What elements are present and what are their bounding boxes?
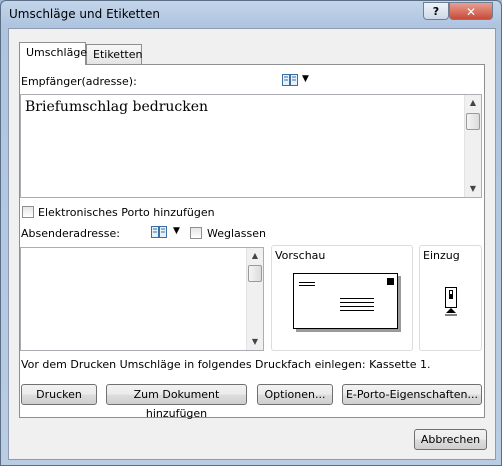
feed-direction-icon: [445, 287, 457, 316]
electronic-postage-label: Elektronisches Porto hinzufügen: [38, 206, 215, 219]
scroll-thumb[interactable]: [248, 265, 262, 282]
sender-address-book-dropdown-icon[interactable]: ▼: [173, 226, 180, 236]
sender-label: Absenderadresse:: [21, 227, 120, 240]
scroll-up-icon[interactable]: ▲: [465, 95, 481, 111]
dialog-client-area: Umschläge Etiketten Empfänger(adresse): …: [8, 28, 496, 460]
dialog-window: Umschläge und Etiketten ? ✕ Umschläge Et…: [0, 0, 502, 466]
sender-line: [299, 285, 315, 286]
window-title: Umschläge und Etiketten: [9, 7, 160, 21]
sender-address-book-icon[interactable]: [151, 226, 167, 238]
scroll-up-icon[interactable]: ▲: [247, 248, 263, 264]
recipient-scrollbar[interactable]: ▲ ▼: [464, 95, 481, 197]
sender-scrollbar[interactable]: ▲ ▼: [246, 248, 263, 350]
recipient-address-text: Briefumschlag bedrucken: [25, 99, 209, 115]
cancel-button[interactable]: Abbrechen: [414, 429, 487, 450]
omit-sender-label: Weglassen: [207, 227, 266, 240]
address-line: [340, 310, 374, 311]
scroll-down-icon[interactable]: ▼: [247, 334, 263, 350]
close-button[interactable]: ✕: [449, 2, 493, 20]
eporto-properties-button[interactable]: E-Porto-Eigenschaften...: [342, 384, 482, 405]
sender-address-field[interactable]: ▲ ▼: [20, 247, 264, 351]
tab-etiketten[interactable]: Etiketten: [86, 44, 142, 64]
tray-info-text: Vor dem Drucken Umschläge in folgendes D…: [21, 358, 431, 371]
address-book-icon[interactable]: [282, 74, 298, 86]
scroll-thumb[interactable]: [466, 113, 480, 130]
tab-panel-umschlaege: Empfänger(adresse): ▼ Briefumschlag bedr…: [19, 64, 485, 420]
address-line: [340, 306, 374, 307]
title-bar[interactable]: Umschläge und Etiketten ? ✕: [1, 1, 501, 27]
print-button[interactable]: Drucken: [21, 384, 97, 405]
address-line: [340, 298, 374, 299]
recipient-label: Empfänger(adresse):: [21, 75, 137, 88]
preview-label: Vorschau: [275, 249, 326, 262]
add-to-document-button[interactable]: Zum Dokument hinzufügen: [106, 384, 247, 420]
scroll-down-icon[interactable]: ▼: [465, 181, 481, 197]
tab-umschlaege[interactable]: Umschläge: [19, 42, 87, 65]
address-line: [340, 302, 374, 303]
stamp-icon: [387, 278, 394, 285]
sender-line: [299, 282, 315, 283]
help-button[interactable]: ?: [423, 2, 449, 20]
recipient-address-field[interactable]: Briefumschlag bedrucken ▲ ▼: [20, 94, 482, 198]
feed-label: Einzug: [423, 249, 460, 262]
omit-sender-checkbox[interactable]: [190, 227, 202, 239]
preview-group[interactable]: Vorschau: [271, 245, 413, 351]
feed-group[interactable]: Einzug: [419, 245, 482, 351]
options-button[interactable]: Optionen...: [257, 384, 333, 405]
recipient-address-book-dropdown-icon[interactable]: ▼: [302, 74, 309, 84]
electronic-postage-checkbox[interactable]: [22, 206, 34, 218]
envelope-preview[interactable]: [293, 273, 398, 329]
